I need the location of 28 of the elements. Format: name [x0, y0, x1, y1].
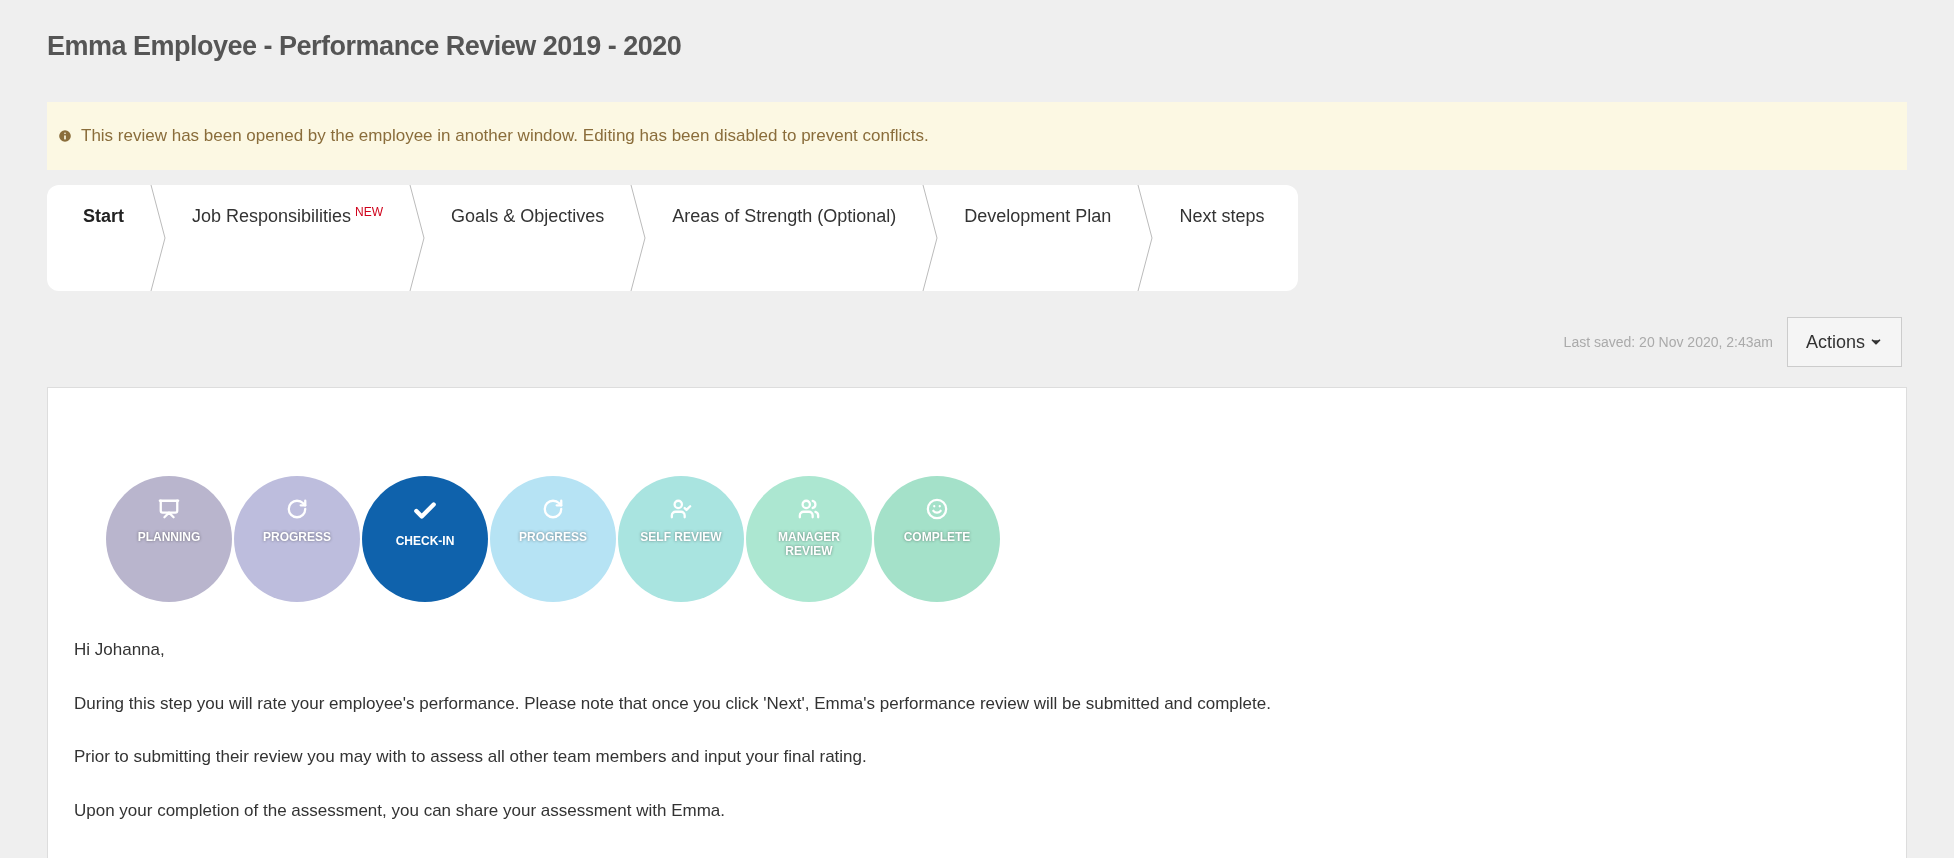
stage-label: PLANNING: [136, 530, 202, 544]
actions-dropdown[interactable]: Actions: [1786, 317, 1902, 367]
body-paragraph: Upon your completion of the assessment, you can share your assessment with Emma.: [74, 799, 727, 822]
body-paragraph: During this step you will rate your employee's performance. Please note that once you click 'Next', Emma's performance review will be submitted and complete.: [74, 692, 1272, 715]
monitor-icon: [158, 498, 180, 520]
step-tab[interactable]: Development Plan: [956, 203, 1120, 230]
info-icon: [57, 128, 73, 144]
last-saved-text: Last saved: 20 Nov 2020, 2:43am: [1563, 332, 1773, 352]
stage-label: COMPLETE: [902, 530, 972, 544]
step-tab[interactable]: Start: [75, 203, 132, 230]
body-paragraph: Prior to submitting their review you may with to assess all other team members and input your final rating.: [74, 746, 868, 768]
body-paragraph: Hi Johanna,: [74, 639, 166, 661]
alert-text: This review has been opened by the employee in another window. Editing has been disabled to prevent conflicts.: [81, 125, 929, 148]
step-tab[interactable]: Goals & Objectives: [443, 203, 613, 230]
users-icon: [798, 498, 820, 520]
stage-label: CHECK-IN: [394, 534, 456, 548]
step-tab[interactable]: Job Responsibilities $^{NEW}$: [184, 203, 392, 230]
refresh-icon: [542, 498, 564, 520]
stage-label: SELF REVIEW: [639, 530, 723, 544]
stage-label: PROGRESS: [518, 530, 588, 544]
stage-label: PROGRESS: [262, 530, 332, 544]
user-icon: [670, 498, 692, 520]
page-title: Emma Employee - Performance Review 2019 - 2020: [47, 30, 683, 63]
smile-icon: [926, 498, 948, 520]
step-tab[interactable]: Next steps: [1171, 203, 1273, 230]
stage-label: MANAGER REVIEW: [777, 530, 841, 558]
step-tab[interactable]: Areas of Strength (Optional): [664, 203, 905, 230]
refresh-icon: [286, 498, 308, 520]
